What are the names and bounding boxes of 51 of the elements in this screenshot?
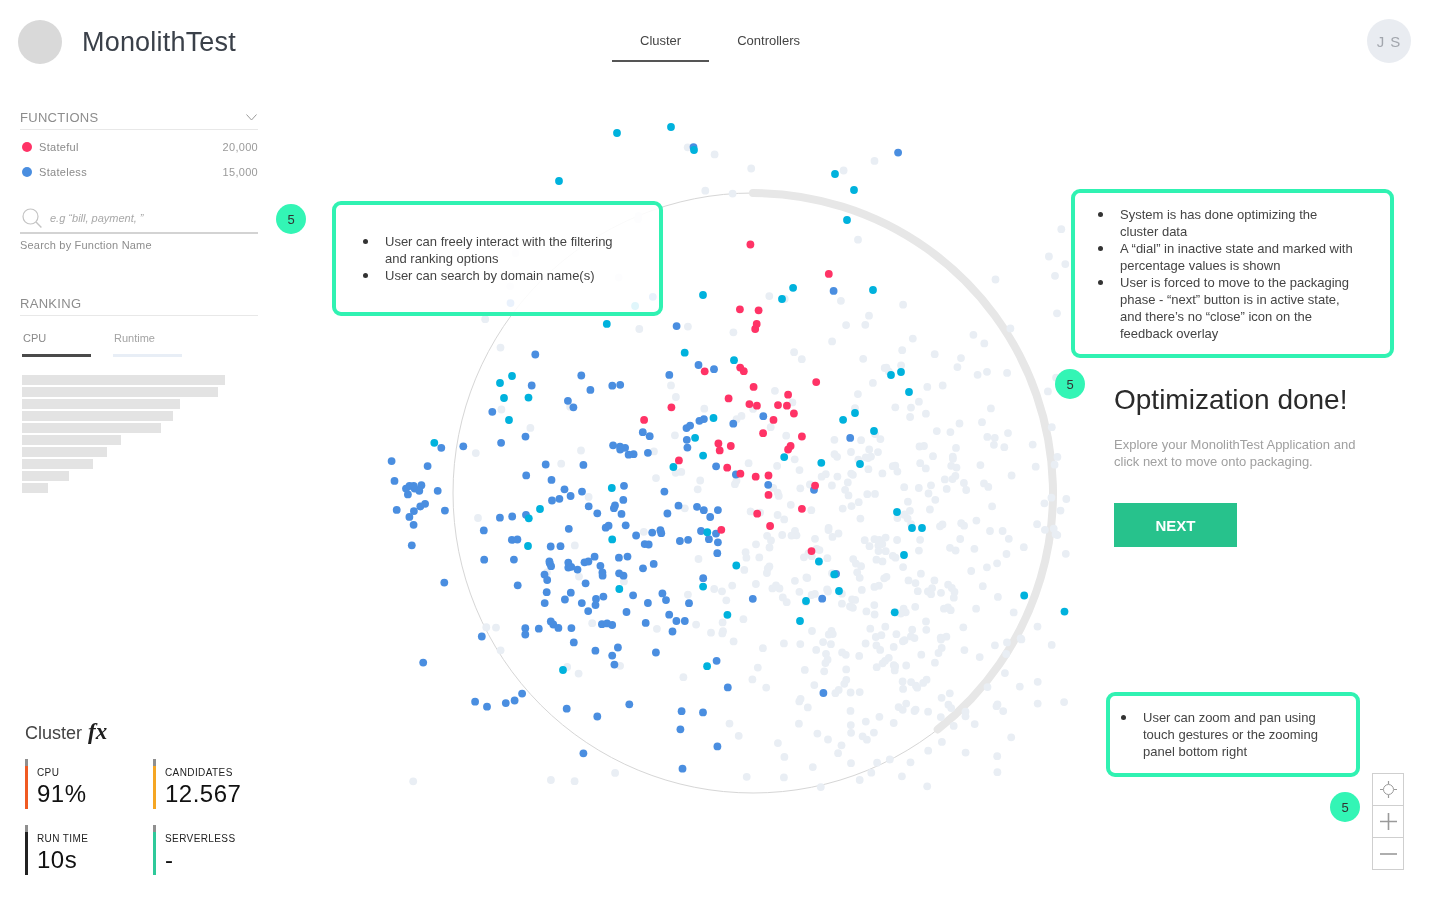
ranking-tab[interactable]: Runtime [113,332,182,357]
annotation-text: User is forced to move to the packaging phase - “next” button is in active state, and there’s no “close” icon on the feedback overlay [1120,273,1351,342]
step-number-badge: 5 [1055,369,1085,399]
bullet-dot-icon [1098,279,1103,285]
stat-label: SERVERLESS [165,833,236,844]
crosshair-icon [1379,781,1397,798]
ranking-tab[interactable]: CPU [22,332,91,357]
stat-label: CPU [37,767,61,778]
section-title: FUNCTIONS [20,110,99,125]
result-description: Explore your MonolithTest Application and click next to move onto packaging. [1114,436,1357,470]
step-number-badge: 5 [1330,792,1360,822]
search-helper-text: Search by Function Name [20,239,153,251]
zoom-out-button[interactable] [1372,837,1404,870]
bullet-dot-icon [1098,245,1103,251]
function-count: 15,000 [222,166,258,178]
annotation-text: User can freely interact with the filtering and ranking options [385,233,614,267]
logo-circle-icon [18,20,62,64]
nav-tab[interactable]: Controllers [709,22,829,62]
search-field[interactable]: e.g “bill, payment, ” [20,205,258,234]
stat-value: 12.567 [165,780,242,808]
search-icon [22,208,42,228]
annotation-text: A “dial” in inactive state and marked with percentage values is shown [1120,239,1354,274]
stat-label: CANDIDATES [165,767,234,778]
nav-tab[interactable]: Cluster [612,22,710,62]
bullet-dot-icon [1121,715,1126,720]
function-type-label: Stateful [39,141,79,153]
stat-value: 10s [37,846,79,874]
step-number-badge: 5 [276,204,306,234]
zoom-in-button[interactable] [1372,805,1404,838]
bullet-dot-icon [1098,211,1103,217]
bullet-dot-icon [363,239,368,244]
chevron-down-icon[interactable] [246,114,257,121]
minus-icon [1379,852,1397,855]
function-count: 20,000 [222,141,258,153]
next-button[interactable]: NEXT [1114,503,1237,547]
cluster-title: Cluster [25,723,82,744]
function-type-label: Stateless [39,166,87,178]
bullet-dot-icon [363,273,368,278]
app-title: MonolithTest [82,26,236,58]
stat-value: - [165,846,175,874]
recenter-button[interactable] [1372,773,1404,806]
fx-symbol: fx [88,719,108,745]
annotation-text: System is has done optimizing the cluster data [1120,205,1319,240]
annotation-text: User can zoom and pan using touch gestures or the zooming panel bottom right [1143,709,1319,760]
stat-value: 91% [37,780,87,808]
section-title: RANKING [20,296,82,311]
user-avatar[interactable]: J S [1367,19,1411,63]
result-title: Optimization done! [1114,384,1349,416]
plus-icon [1379,813,1397,830]
annotation-text: User can search by domain name(s) [385,267,596,284]
stat-label: RUN TIME [37,833,89,844]
